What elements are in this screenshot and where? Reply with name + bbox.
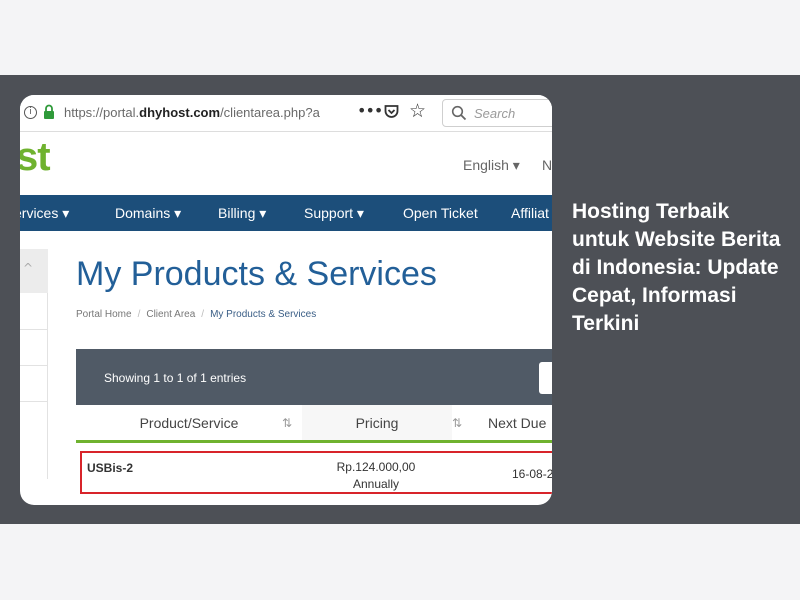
sidebar-header[interactable]: ^ bbox=[20, 249, 48, 293]
breadcrumb-client-area[interactable]: Client Area bbox=[146, 309, 195, 320]
nav-label: Domains bbox=[115, 205, 171, 221]
column-product[interactable]: Product/Service bbox=[76, 405, 302, 443]
url-domain: dhyhost.com bbox=[139, 105, 221, 120]
url-prefix: https://portal. bbox=[64, 105, 140, 120]
column-next-due[interactable]: Next Due bbox=[488, 405, 552, 443]
lock-icon bbox=[44, 104, 54, 119]
url-suffix: /clientarea.php?a bbox=[220, 105, 320, 120]
column-label: Product/Service bbox=[139, 415, 239, 431]
nav-item-support[interactable]: Support ▾ bbox=[304, 205, 364, 222]
sort-icon[interactable]: ⇅ bbox=[282, 416, 292, 430]
product-price: Rp.124.000,00 Annually bbox=[326, 459, 426, 493]
browser-url-bar[interactable]: i https://portal.dhyhost.com/clientarea.… bbox=[20, 95, 552, 132]
breadcrumb: Portal Home / Client Area / My Products & Se… bbox=[76, 309, 317, 320]
search-input[interactable]: Search bbox=[442, 99, 552, 127]
nav-item-services[interactable]: ervices ▾ bbox=[20, 205, 69, 222]
nav-item-open-ticket[interactable]: Open Ticket bbox=[403, 205, 478, 221]
table-toolbar: Showing 1 to 1 of 1 entries bbox=[76, 349, 552, 405]
nav-item-affiliates[interactable]: Affiliat bbox=[511, 205, 549, 221]
search-icon bbox=[451, 105, 467, 121]
nav-label: ervices bbox=[20, 205, 59, 221]
sidebar-divider bbox=[20, 365, 48, 366]
price-amount: Rp.124.000,00 bbox=[336, 460, 416, 474]
search-placeholder: Search bbox=[474, 106, 516, 121]
next-due-date: 16-08-2 bbox=[512, 467, 552, 481]
article-headline: Hosting Terbaik untuk Website Berita di … bbox=[572, 200, 781, 335]
column-label: Next Due bbox=[488, 415, 547, 431]
table-header-row: Product/Service ⇅ Pricing ⇅ Next Due bbox=[76, 405, 552, 443]
breadcrumb-current: My Products & Services bbox=[210, 309, 317, 320]
sort-icon[interactable]: ⇅ bbox=[452, 416, 462, 430]
table-search-input[interactable] bbox=[539, 362, 552, 394]
column-underline bbox=[472, 440, 552, 443]
column-underline bbox=[76, 440, 302, 443]
table-row[interactable]: USBis-2 Rp.124.000,00 Annually 16-08-2 bbox=[80, 451, 552, 494]
column-pricing[interactable]: Pricing bbox=[302, 405, 452, 443]
screenshot-card: i https://portal.dhyhost.com/clientarea.… bbox=[20, 95, 552, 505]
more-dots-icon[interactable]: ••• bbox=[357, 101, 383, 120]
sidebar-panel: ^ bbox=[20, 249, 48, 479]
language-selector[interactable]: English ▾ bbox=[463, 157, 520, 174]
pocket-icon[interactable] bbox=[384, 104, 399, 119]
page-title: My Products & Services bbox=[76, 255, 437, 293]
nav-item-billing[interactable]: Billing ▾ bbox=[218, 205, 266, 222]
url-text[interactable]: https://portal.dhyhost.com/clientarea.ph… bbox=[64, 105, 324, 120]
product-name: USBis-2 bbox=[87, 461, 134, 475]
site-logo[interactable]: st bbox=[20, 135, 51, 180]
bookmark-star-icon[interactable]: ☆ bbox=[409, 100, 426, 122]
language-label: English bbox=[463, 157, 509, 173]
nav-label: Support bbox=[304, 205, 354, 221]
nav-item-domains[interactable]: Domains ▾ bbox=[115, 205, 181, 222]
sidebar-divider bbox=[20, 401, 48, 402]
info-icon[interactable]: i bbox=[24, 106, 37, 119]
header-cut-item[interactable]: N bbox=[542, 157, 552, 173]
chevron-up-icon[interactable]: ^ bbox=[23, 261, 33, 275]
column-underline bbox=[302, 440, 472, 443]
breadcrumb-portal-home[interactable]: Portal Home bbox=[76, 309, 132, 320]
nav-label: Billing bbox=[218, 205, 256, 221]
main-nav: ervices ▾ Domains ▾ Billing ▾ Support ▾ … bbox=[20, 195, 552, 231]
sidebar-divider bbox=[20, 329, 48, 330]
column-label: Pricing bbox=[355, 415, 399, 431]
entries-count: Showing 1 to 1 of 1 entries bbox=[104, 371, 247, 385]
billing-cycle: Annually bbox=[352, 477, 400, 491]
